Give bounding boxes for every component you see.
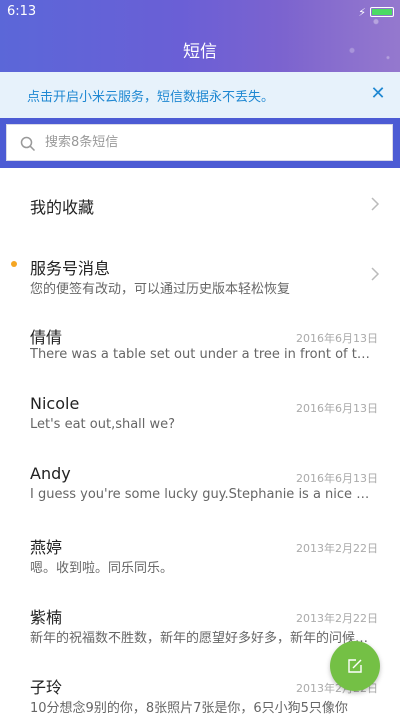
status-indicators: ⚡	[358, 5, 394, 19]
message-preview: There was a table set out under a tree i…	[30, 347, 376, 362]
contact-name: Andy	[30, 464, 71, 483]
compose-icon	[348, 659, 362, 673]
status-time: 6:13	[7, 4, 37, 19]
unread-dot	[11, 261, 17, 267]
charging-icon: ⚡	[358, 5, 366, 19]
contact-name: 倩倩	[30, 328, 63, 347]
conversation-item[interactable]: 倩倩 2016年6月13日 There was a table set out …	[0, 310, 400, 380]
battery-icon	[370, 7, 394, 17]
message-date: 2016年6月13日	[296, 402, 378, 415]
chevron-right-icon	[371, 267, 380, 281]
message-preview: I guess you're some lucky guy.Stephanie …	[30, 487, 376, 502]
conversation-item[interactable]: Andy 2016年6月13日 I guess you're some luck…	[0, 450, 400, 520]
message-date: 2013年2月22日	[296, 612, 378, 625]
status-bar: 6:13 ⚡	[0, 0, 400, 24]
message-date: 2013年2月22日	[296, 542, 378, 555]
search-input[interactable]	[45, 125, 375, 160]
battery-level	[372, 9, 392, 15]
service-title: 服务号消息	[30, 259, 111, 278]
page-title: 短信	[183, 42, 217, 62]
favorites-label: 我的收藏	[30, 198, 95, 217]
conversation-item[interactable]: Nicole 2016年6月13日 Let's eat out,shall we…	[0, 380, 400, 450]
search-bar	[0, 118, 400, 168]
chevron-right-icon	[371, 197, 380, 211]
message-preview: Let's eat out,shall we?	[30, 417, 176, 432]
conversation-item[interactable]: 燕婷 2013年2月22日 嗯。收到啦。同乐同乐。	[0, 520, 400, 590]
search-icon	[20, 136, 36, 152]
message-preview: 10分想念9别的你，8张照片7张是你，6只小狗5只像你	[30, 701, 348, 716]
search-box[interactable]	[6, 124, 393, 161]
contact-name: 紫楠	[30, 608, 63, 627]
service-messages-item[interactable]: 服务号消息 您的便签有改动，可以通过历史版本轻松恢复	[0, 240, 400, 310]
contact-name: 燕婷	[30, 538, 63, 557]
message-date: 2016年6月13日	[296, 332, 378, 345]
message-preview: 新年的祝福数不胜数，新年的愿望好多好多，新年的问候一定很多	[30, 631, 376, 646]
app-header: 6:13 ⚡ 短信	[0, 0, 400, 72]
contact-name: Nicole	[30, 394, 80, 413]
message-preview: 嗯。收到啦。同乐同乐。	[30, 561, 174, 576]
banner-text[interactable]: 点击开启小米云服务，短信数据永不丢失。	[27, 86, 274, 105]
compose-button[interactable]	[330, 641, 380, 691]
service-subtitle: 您的便签有改动，可以通过历史版本轻松恢复	[30, 282, 291, 297]
favorites-item[interactable]: 我的收藏	[0, 168, 400, 240]
contact-name: 子玲	[30, 678, 63, 697]
cloud-service-banner[interactable]: 点击开启小米云服务，短信数据永不丢失。 ✕	[0, 72, 400, 118]
close-icon[interactable]: ✕	[368, 84, 388, 104]
message-date: 2016年6月13日	[296, 472, 378, 485]
